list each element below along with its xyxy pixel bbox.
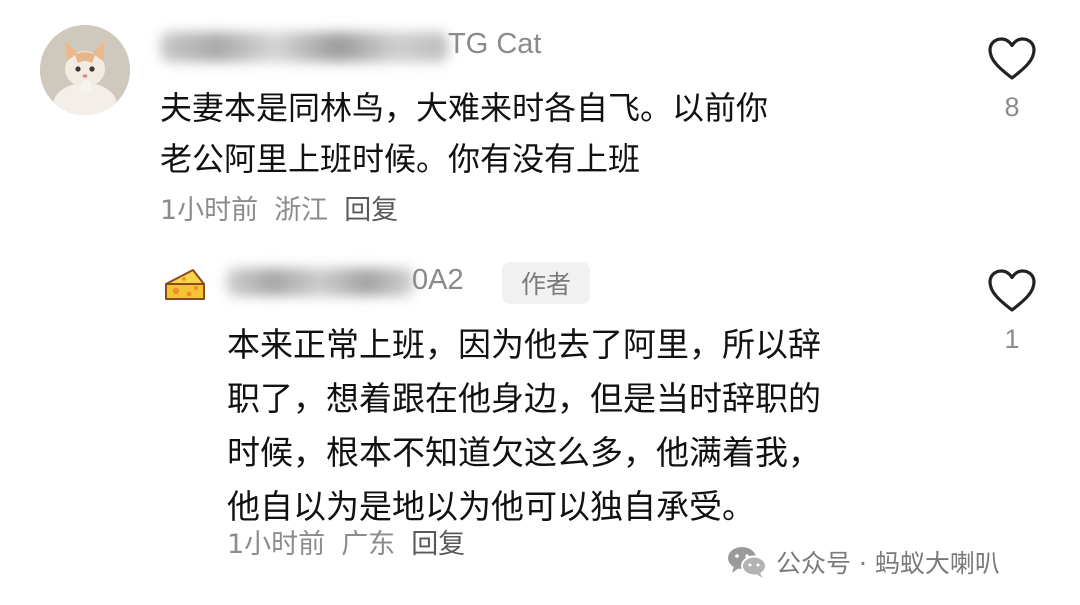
like-count: 1	[1004, 324, 1020, 354]
username-redacted	[226, 268, 414, 296]
like-count: 8	[1004, 92, 1020, 122]
username[interactable]: TG Cat	[448, 28, 541, 61]
comment-time: 1小时前	[227, 529, 326, 560]
like-button[interactable]: 1	[982, 268, 1042, 355]
heart-outline-icon	[988, 269, 1036, 312]
avatar[interactable]	[40, 25, 130, 115]
comment-time: 1小时前	[160, 195, 259, 226]
author-badge: 作者	[502, 262, 590, 304]
comment-line: 时候，根本不知道欠这么多，他满着我，	[227, 433, 821, 472]
comment-text: 夫妻本是同林鸟，大难来时各自飞。以前你 老公阿里上班时候。你有没有上班	[160, 83, 768, 185]
comment-meta: 1小时前 浙江 回复	[160, 188, 414, 227]
username[interactable]: 0A2	[412, 264, 464, 297]
watermark: 公众号 · 蚂蚁大喇叭	[726, 544, 1000, 580]
comment-line: 职了，想着跟在他身边，但是当时辞职的	[227, 379, 821, 418]
comment-line: 本来正常上班，因为他去了阿里，所以辞	[227, 325, 821, 364]
reply-button[interactable]: 回复	[411, 529, 465, 560]
reply-text: 本来正常上班，因为他去了阿里，所以辞 职了，想着跟在他身边，但是当时辞职的 时候…	[227, 318, 821, 534]
watermark-text: 公众号 · 蚂蚁大喇叭	[776, 549, 1000, 578]
comment-line: 夫妻本是同林鸟，大难来时各自飞。以前你	[160, 89, 769, 127]
wechat-icon	[728, 547, 767, 578]
cat-avatar-image	[40, 25, 130, 115]
comment-location: 浙江	[274, 195, 329, 226]
comment-line: 老公阿里上班时候。你有没有上班	[160, 140, 641, 178]
avatar[interactable]	[163, 264, 207, 304]
like-button[interactable]: 8	[982, 36, 1042, 123]
comment-meta: 1小时前 广东 回复	[227, 522, 481, 561]
username-redacted	[160, 32, 448, 62]
comment-location: 广东	[341, 529, 396, 560]
reply-button[interactable]: 回复	[344, 195, 398, 226]
heart-outline-icon	[988, 37, 1036, 80]
cheese-icon	[165, 269, 205, 300]
